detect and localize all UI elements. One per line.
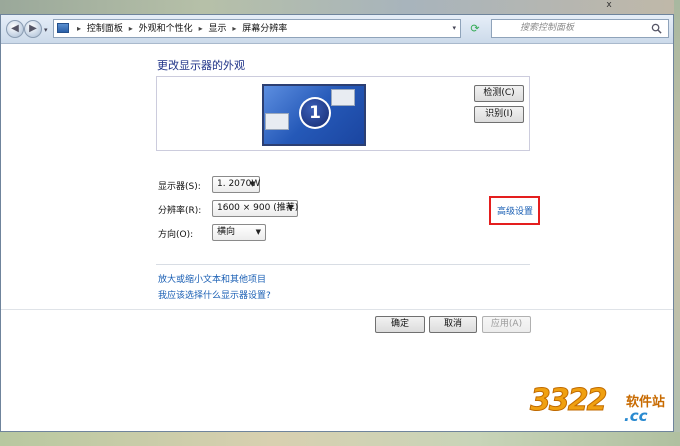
apply-button[interactable]: 应用(A) — [482, 316, 531, 333]
search-icon[interactable] — [651, 23, 662, 34]
orientation-select[interactable]: 横向 ▼ — [212, 224, 266, 241]
orientation-label: 方向(O): — [158, 230, 194, 240]
resolution-value: 1600 × 900 (推荐) — [217, 203, 299, 213]
advanced-settings-highlight: 高级设置 — [489, 196, 540, 225]
window-thumbnail-icon — [331, 89, 355, 106]
refresh-icon[interactable]: ⟳ — [466, 20, 484, 37]
back-arrow-icon[interactable]: ◀ — [6, 20, 24, 38]
search-box[interactable]: 搜索控制面板 — [491, 19, 669, 38]
detect-button[interactable]: 检测(C) — [474, 85, 524, 102]
monitor-number: 1 — [301, 99, 329, 127]
desktop-background-right — [674, 0, 680, 446]
chevron-right-icon[interactable]: ▸ — [77, 24, 81, 33]
ok-button[interactable]: 确定 — [375, 316, 425, 333]
chevron-down-icon: ▼ — [287, 204, 293, 212]
chevron-right-icon[interactable]: ▸ — [129, 24, 133, 33]
desktop-close-glyph[interactable]: x — [602, 0, 616, 11]
address-bar[interactable]: ▸ 控制面板 ▸ 外观和个性化 ▸ 显示 ▸ 屏幕分辨率 ▾ — [53, 19, 461, 38]
breadcrumb-item[interactable]: 控制面板 — [87, 24, 123, 34]
page-title: 更改显示器的外观 — [157, 59, 245, 72]
monitor-1-thumbnail[interactable]: 1 — [262, 84, 366, 146]
cancel-button[interactable]: 取消 — [429, 316, 477, 333]
address-history-dropdown-icon[interactable]: ▾ — [452, 20, 456, 37]
chevron-right-icon[interactable]: ▸ — [199, 24, 203, 33]
display-label: 显示器(S): — [158, 182, 201, 192]
text-size-link[interactable]: 放大或缩小文本和其他项目 — [158, 272, 266, 285]
breadcrumb-item[interactable]: 外观和个性化 — [139, 24, 193, 34]
search-input[interactable]: 搜索控制面板 — [520, 20, 574, 37]
chevron-right-icon[interactable]: ▸ — [232, 24, 236, 33]
resolution-select[interactable]: 1600 × 900 (推荐) ▼ — [212, 200, 298, 217]
identify-button[interactable]: 识别(I) — [474, 106, 524, 123]
desktop-background-bottom — [0, 432, 680, 446]
monitor-preview-panel: 1 检测(C) 识别(I) — [156, 76, 530, 151]
watermark-domain: .cc — [624, 407, 648, 425]
chevron-down-icon: ▼ — [255, 228, 261, 236]
watermark-logo: 3322 软件站 .cc — [530, 363, 670, 433]
navigation-bar: ◀ ▶ ▾ ▸ 控制面板 ▸ 外观和个性化 ▸ 显示 ▸ 屏幕分辨率 ▾ ⟳ 搜… — [1, 15, 673, 44]
forward-arrow-icon[interactable]: ▶ — [24, 20, 42, 38]
display-select[interactable]: 1. 2070W ▼ — [212, 176, 260, 193]
section-divider — [156, 264, 530, 265]
orientation-value: 横向 — [217, 227, 236, 237]
breadcrumb-item[interactable]: 屏幕分辨率 — [242, 24, 287, 34]
advanced-settings-link[interactable]: 高级设置 — [497, 204, 533, 217]
resolution-label: 分辨率(R): — [158, 206, 202, 216]
recent-pages-dropdown-icon[interactable]: ▾ — [44, 26, 48, 34]
watermark-number: 3322 — [530, 383, 608, 419]
control-panel-icon — [57, 23, 69, 33]
window-thumbnail-icon — [265, 113, 289, 130]
desktop-background-top — [0, 0, 680, 14]
breadcrumb-item[interactable]: 显示 — [208, 24, 226, 34]
display-settings-help-link[interactable]: 我应该选择什么显示器设置? — [158, 288, 271, 301]
button-row-divider — [1, 309, 673, 310]
breadcrumb: ▸ 控制面板 ▸ 外观和个性化 ▸ 显示 ▸ 屏幕分辨率 — [74, 20, 287, 37]
chevron-down-icon: ▼ — [249, 180, 255, 188]
